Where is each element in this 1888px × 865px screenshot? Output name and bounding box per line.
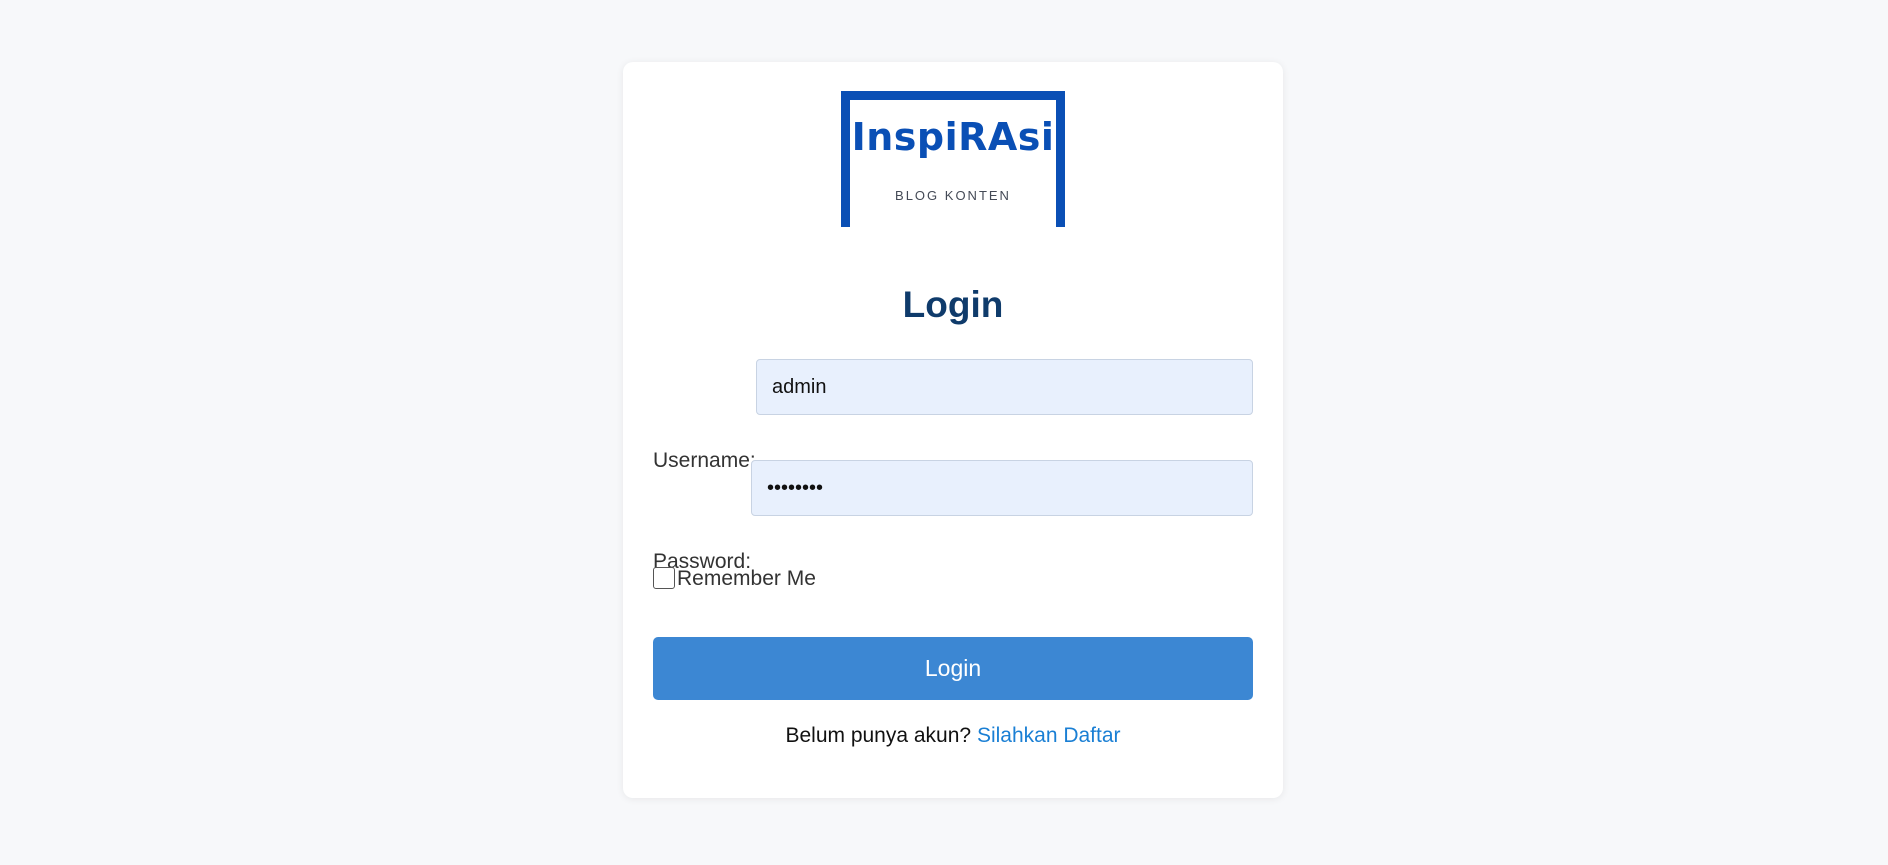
logo-title: InspiRAsi [851, 115, 1055, 159]
username-label: Username: [653, 449, 756, 472]
logo-subtitle: BLOG KONTEN [895, 188, 1011, 203]
register-link[interactable]: Silahkan Daftar [977, 724, 1121, 747]
page-title: Login [902, 284, 1004, 325]
remember-me-checkbox[interactable] [653, 567, 675, 589]
remember-me-label[interactable]: Remember Me [677, 567, 816, 591]
login-card: InspiRAsi BLOG KONTEN Login Username: Pa… [623, 62, 1283, 798]
login-button[interactable]: Login [653, 637, 1253, 700]
password-field[interactable] [751, 460, 1253, 516]
username-field[interactable] [756, 359, 1253, 415]
logo-frame [841, 91, 1065, 227]
register-prompt-text: Belum punya akun? [785, 724, 972, 747]
register-prompt: Belum punya akun? Silahkan Daftar [623, 724, 1283, 748]
brand-logo: InspiRAsi BLOG KONTEN [841, 91, 1065, 227]
